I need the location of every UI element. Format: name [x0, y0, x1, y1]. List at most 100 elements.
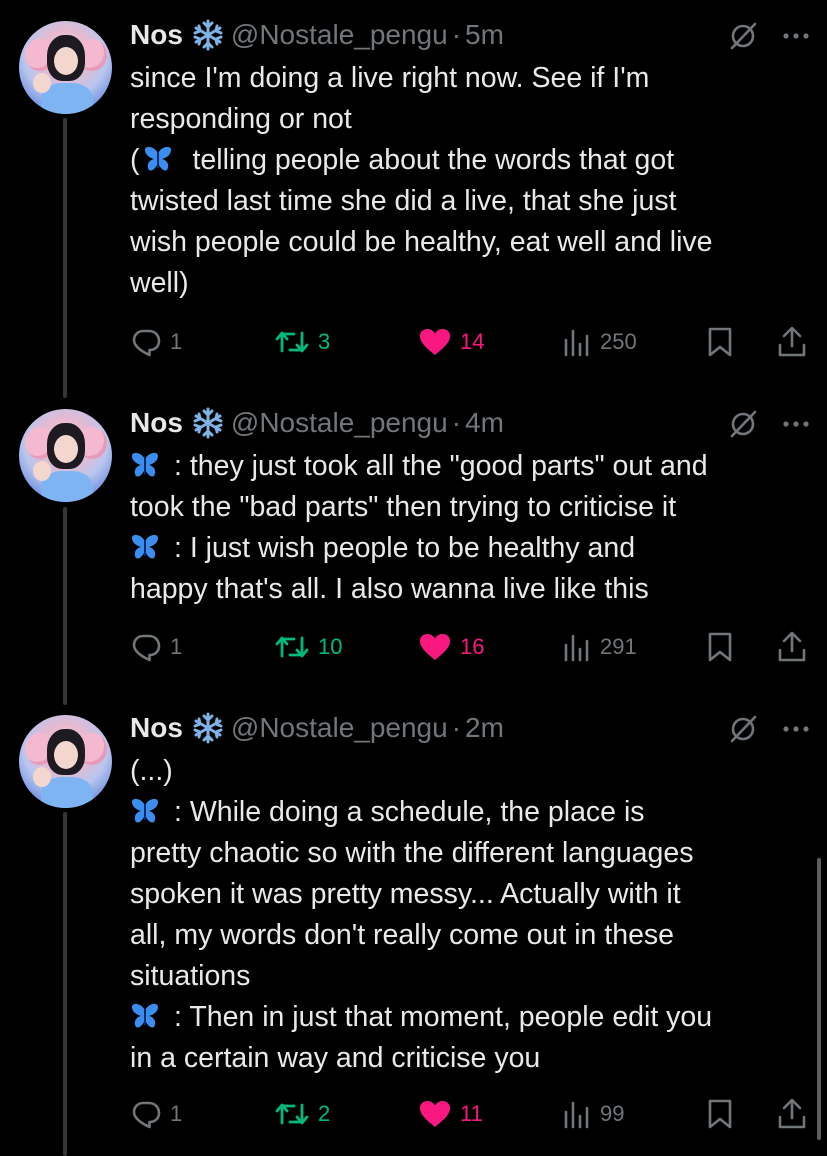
views-count: 291: [600, 634, 637, 659]
more-icon[interactable]: [782, 31, 810, 41]
like-icon: [420, 1101, 450, 1127]
separator-dot: ·: [451, 19, 462, 50]
views-button[interactable]: 99: [562, 1096, 624, 1132]
butterfly-icon: [144, 146, 171, 171]
retweet-icon: [275, 636, 309, 658]
timestamp[interactable]: 2m: [465, 712, 504, 743]
like-count: 11: [460, 1101, 483, 1126]
text-line: telling people about the words that got: [192, 144, 675, 176]
bookmark-button[interactable]: [704, 324, 736, 360]
butterfly-icon: [132, 452, 158, 477]
butterfly-icon: [132, 534, 158, 559]
user-handle[interactable]: @Nostale_pengu: [231, 407, 448, 438]
views-button[interactable]: 250: [562, 324, 637, 360]
reply-count: 1: [170, 1101, 183, 1126]
views-count: 99: [600, 1101, 625, 1126]
thread-connector: [63, 118, 67, 398]
retweet-button[interactable]: 3: [274, 324, 330, 360]
snowflake-icon: [193, 407, 223, 439]
tweet-text: (...) : While doing a schedule, the plac…: [130, 751, 810, 1079]
text-line: took the "bad parts" then trying to crit…: [130, 491, 677, 523]
views-button[interactable]: 291: [562, 629, 637, 665]
reply-icon: [132, 329, 161, 357]
text-line: wish people could be healthy, eat well a…: [130, 226, 713, 258]
text-line: well): [130, 267, 189, 299]
views-icon: [564, 1101, 589, 1129]
scrollbar[interactable]: [817, 858, 821, 1140]
action-bar: 1 10 16 291: [130, 629, 810, 665]
text-line: pretty chaotic so with the different lan…: [130, 837, 694, 869]
share-button[interactable]: [776, 1096, 808, 1132]
like-icon: [420, 329, 450, 355]
grok-icon[interactable]: [728, 714, 758, 744]
like-icon: [420, 634, 450, 660]
share-icon: [778, 326, 806, 357]
reply-button[interactable]: 1: [130, 629, 182, 665]
grok-icon[interactable]: [728, 21, 758, 51]
bookmark-icon: [708, 327, 732, 357]
like-button[interactable]: 16: [418, 629, 484, 665]
reply-button[interactable]: 1: [130, 324, 182, 360]
text-line: since I'm doing a live right now. See if…: [130, 62, 650, 94]
share-button[interactable]: [776, 629, 808, 665]
retweet-icon: [275, 1103, 309, 1125]
tweet-header: Nos @Nostale_pengu · 5m: [130, 18, 810, 54]
reply-button[interactable]: 1: [130, 1096, 182, 1132]
retweet-count: 3: [318, 329, 331, 354]
text-line: twisted last time she did a live, that s…: [130, 185, 677, 217]
timestamp[interactable]: 4m: [465, 407, 504, 438]
avatar[interactable]: [19, 21, 112, 114]
snowflake-icon: [193, 19, 223, 51]
display-name[interactable]: Nos: [130, 19, 183, 50]
thread-connector: [63, 812, 67, 1156]
retweet-button[interactable]: 10: [274, 629, 342, 665]
timestamp[interactable]: 5m: [465, 19, 504, 50]
text-line: spoken it was pretty messy... Actually w…: [130, 878, 681, 910]
text-line: situations: [130, 960, 251, 992]
bookmark-icon: [708, 632, 732, 662]
butterfly-icon: [132, 798, 158, 823]
text-line: : they just took all the "good parts" ou…: [174, 450, 708, 482]
reply-count: 1: [170, 634, 183, 659]
text-line: responding or not: [130, 103, 352, 135]
share-icon: [778, 1098, 806, 1129]
open-paren: (: [130, 144, 140, 176]
tweet-header: Nos @Nostale_pengu · 2m: [130, 711, 810, 747]
grok-icon[interactable]: [728, 409, 758, 439]
tweet-header: Nos @Nostale_pengu · 4m: [130, 406, 810, 442]
tweet-text: : they just took all the "good parts" ou…: [130, 446, 810, 610]
avatar[interactable]: [19, 715, 112, 808]
display-name[interactable]: Nos: [130, 712, 183, 743]
bookmark-button[interactable]: [704, 629, 736, 665]
views-icon: [564, 329, 589, 357]
text-line: all, my words don't really come out in t…: [130, 919, 675, 951]
text-line: : While doing a schedule, the place is: [174, 796, 645, 828]
more-icon[interactable]: [782, 724, 810, 734]
tweet-text: since I'm doing a live right now. See if…: [130, 58, 810, 304]
avatar[interactable]: [19, 409, 112, 502]
bookmark-button[interactable]: [704, 1096, 736, 1132]
action-bar: 1 2 11 99: [130, 1096, 810, 1132]
bookmark-icon: [708, 1099, 732, 1129]
like-button[interactable]: 11: [418, 1096, 483, 1132]
more-icon[interactable]: [782, 419, 810, 429]
user-handle[interactable]: @Nostale_pengu: [231, 19, 448, 50]
text-line: happy that's all. I also wanna live like…: [130, 573, 649, 605]
share-icon: [778, 631, 806, 662]
separator-dot: ·: [451, 407, 462, 438]
retweet-count: 2: [318, 1101, 331, 1126]
butterfly-icon: [132, 1003, 158, 1028]
share-button[interactable]: [776, 324, 808, 360]
reply-icon: [132, 1101, 161, 1129]
snowflake-icon: [193, 712, 223, 744]
like-button[interactable]: 14: [418, 324, 484, 360]
retweet-count: 10: [318, 634, 343, 659]
text-line: in a certain way and criticise you: [130, 1042, 541, 1074]
like-count: 14: [460, 329, 485, 354]
retweet-button[interactable]: 2: [274, 1096, 330, 1132]
user-handle[interactable]: @Nostale_pengu: [231, 712, 448, 743]
display-name[interactable]: Nos: [130, 407, 183, 438]
text-line: : I just wish people to be healthy and: [174, 532, 636, 564]
separator-dot: ·: [451, 712, 462, 743]
views-icon: [564, 634, 589, 662]
